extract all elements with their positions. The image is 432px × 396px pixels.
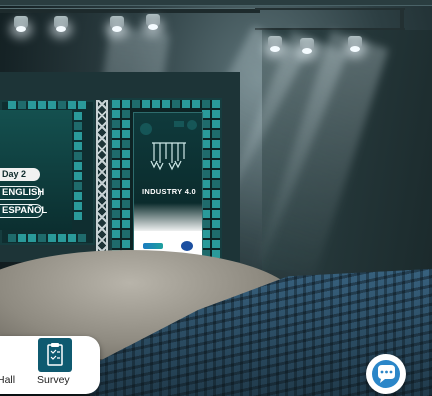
event-poster: INDUSTRY 4.0 xyxy=(133,112,203,264)
spotlight-icon xyxy=(146,14,160,30)
spotlight-icon xyxy=(348,36,362,52)
truss-post xyxy=(400,8,404,30)
lighting-truss-right xyxy=(255,8,405,30)
tile-row-top-left xyxy=(8,101,86,109)
tile-column-left xyxy=(74,112,82,220)
nav-label-survey: Survey xyxy=(37,374,70,386)
ceiling-bar xyxy=(0,0,432,6)
spotlight-icon xyxy=(300,38,314,54)
tile-column-center-left xyxy=(112,110,130,258)
lighting-truss xyxy=(0,8,260,13)
truss-column xyxy=(96,100,108,260)
spotlight-icon xyxy=(268,36,282,52)
nav-label-hall: Hall xyxy=(0,374,16,386)
sponsor-logo xyxy=(181,241,193,251)
chat-bubble-icon xyxy=(372,360,400,388)
spotlight-icon xyxy=(54,16,68,32)
navigation-card: Hall Survey xyxy=(0,336,100,394)
robot-hands-icon xyxy=(140,120,197,171)
tile-row-bottom-left xyxy=(8,234,86,242)
day-label: Day 2 xyxy=(0,168,40,181)
spotlight-icon xyxy=(14,16,28,32)
survey-icon xyxy=(38,338,72,372)
tile-column-center-right xyxy=(202,110,220,258)
tile-row-top-center xyxy=(112,100,220,108)
sponsor-logo xyxy=(143,243,163,249)
chat-button[interactable] xyxy=(366,354,406,394)
spotlight-icon xyxy=(110,16,124,32)
poster-title: INDUSTRY 4.0 xyxy=(141,187,197,196)
nav-item-survey[interactable]: Survey xyxy=(34,336,78,394)
nav-item-hall[interactable]: Hall xyxy=(0,336,24,394)
spanish-button[interactable]: ESPAÑOL xyxy=(0,204,47,218)
english-button[interactable]: ENGLISH xyxy=(0,186,44,200)
